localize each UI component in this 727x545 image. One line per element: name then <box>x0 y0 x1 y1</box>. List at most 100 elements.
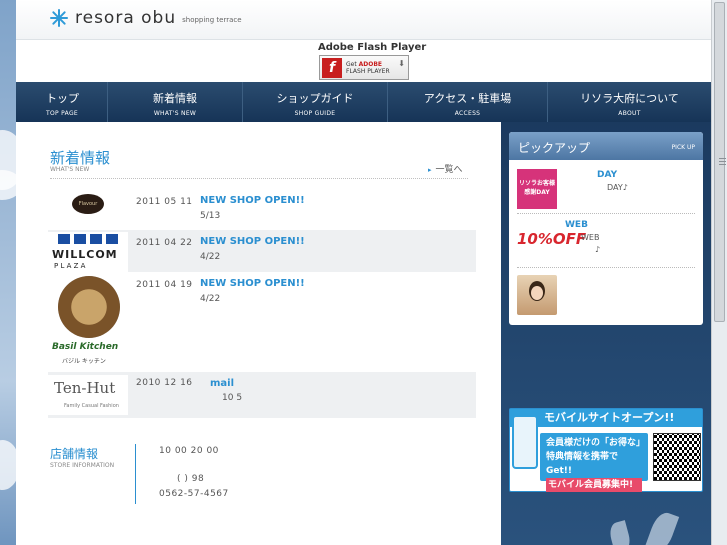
vertical-scrollbar[interactable] <box>711 0 727 545</box>
nav-item-about[interactable]: リソラ大府について ABOUT <box>548 82 711 122</box>
mobile-line-3: モバイル会員募集中! <box>546 478 642 492</box>
news-row[interactable]: Flavour 2011 05 11 NEW SHOP OPEN!! 5/13 <box>48 186 476 226</box>
pickup-item[interactable]: 10%OFF WEB WEB ♪ <box>517 218 695 268</box>
news-headline[interactable]: NEW SHOP OPEN!! <box>200 278 305 289</box>
leaf-decoration <box>644 509 680 545</box>
scrollbar-grip <box>719 161 726 162</box>
store-info-title: 店舗情報 <box>50 447 99 461</box>
willcom-logo-sub: P L A Z A <box>54 262 86 270</box>
nav-label: 新着情報 <box>153 92 197 105</box>
main-content: 新着情報 WHAT'S NEW ▸ 一覧へ Flavour 2011 05 11 … <box>16 122 501 545</box>
scrollbar-thumb[interactable] <box>714 2 726 322</box>
news-date: 2011 05 11 <box>136 197 193 207</box>
arrow-right-icon: ▸ <box>428 166 432 174</box>
news-list-link-label: 一覧へ <box>435 165 463 175</box>
nav-sublabel: TOP PAGE <box>46 110 78 117</box>
download-icon: ⬇ <box>398 59 405 68</box>
nav-label: アクセス・駐車場 <box>423 92 512 105</box>
get-flash-button[interactable]: f Get ADOBE FLASH PLAYER ⬇ <box>319 55 409 80</box>
news-headline[interactable]: mail <box>210 378 234 389</box>
news-detail: 5/13 <box>200 211 221 221</box>
nav-item-access[interactable]: アクセス・駐車場 ACCESS <box>388 82 548 122</box>
flash-player-area: Adobe Flash Player f Get ADOBE FLASH PLA… <box>16 40 711 82</box>
header: resora obu shopping terrace <box>16 0 711 40</box>
nav-item-whats-new[interactable]: 新着情報 WHAT'S NEW <box>108 82 243 122</box>
news-date: 2011 04 22 <box>136 238 193 248</box>
nav-label: トップ <box>46 92 79 105</box>
news-row[interactable]: Ten-Hut Family Casual Fashion 2010 12 16… <box>48 372 476 418</box>
thanks-day-banner: リソラお客様感謝DAY <box>517 169 557 209</box>
pickup-title: ピックアップ <box>518 141 591 155</box>
flavour-logo: Flavour <box>72 194 104 214</box>
news-detail: 10 5 <box>222 393 243 403</box>
news-list-link[interactable]: ▸ 一覧へ <box>428 162 463 175</box>
nav-sublabel: WHAT'S NEW <box>153 110 197 117</box>
mobile-line-1: 会員様だけの「お得な」 <box>546 438 646 448</box>
pickup-item-desc: DAY♪ <box>607 183 628 192</box>
news-row[interactable]: Basil Kitchen バジル キッチン 2011 04 19 NEW SH… <box>48 274 476 366</box>
basil-kitchen-sub: バジル キッチン <box>62 358 106 365</box>
mobile-site-banner[interactable]: モバイルサイトオープン!! 会員様だけの「お得な」 特典情報を携帯でGet!! … <box>509 408 703 492</box>
site-logo[interactable]: resora obu shopping terrace <box>49 8 242 28</box>
nav-item-top[interactable]: トップ TOP PAGE <box>16 82 108 122</box>
nav-sublabel: SHOP GUIDE <box>294 110 336 117</box>
pickup-item-title: WEB <box>565 220 588 230</box>
mobile-line-2: 特典情報を携帯でGet!! <box>546 452 619 476</box>
logo-subtitle: shopping terrace <box>182 16 242 24</box>
news-date: 2011 04 19 <box>136 280 193 290</box>
news-detail: 4/22 <box>200 252 221 262</box>
person-photo <box>517 275 557 315</box>
willcom-logo-text: WILLCOM <box>52 248 118 261</box>
leaf-decoration <box>607 520 633 545</box>
news-detail: 4/22 <box>200 294 221 304</box>
logo-flower-icon <box>49 8 69 28</box>
nav-label: リソラ大府について <box>580 92 679 105</box>
phone-icon <box>512 415 538 469</box>
pickup-item-desc: WEB <box>581 233 600 242</box>
news-subtitle: WHAT'S NEW <box>50 166 90 173</box>
mobile-banner-title: モバイルサイトオープン!! <box>510 409 702 427</box>
main-navigation: トップ TOP PAGE 新着情報 WHAT'S NEW ショップガイド SHO… <box>16 82 711 122</box>
qr-code-icon <box>653 433 701 481</box>
basil-kitchen-text: Basil Kitchen <box>52 342 119 352</box>
news-headline[interactable]: NEW SHOP OPEN!! <box>200 236 305 247</box>
scrollbar-grip <box>719 158 726 159</box>
pickup-item-title: DAY <box>597 170 618 180</box>
news-headline[interactable]: NEW SHOP OPEN!! <box>200 195 305 206</box>
ten-hut-logo: Ten-Hut <box>54 379 116 397</box>
news-row[interactable]: WILLCOM P L A Z A 2011 04 22 NEW SHOP OP… <box>48 230 476 272</box>
store-divider <box>135 444 136 504</box>
flash-icon: f <box>322 57 342 78</box>
store-phone: 0562-57-4567 <box>159 489 229 499</box>
news-title: 新着情報 <box>50 149 111 167</box>
nav-label: ショップガイド <box>276 92 354 105</box>
flash-button-text: Get ADOBE FLASH PLAYER <box>346 60 390 75</box>
pickup-header: ピックアップ PICK UP <box>509 132 703 160</box>
pickup-panel: ピックアップ PICK UP リソラお客様感謝DAY DAY DAY♪ 10%O… <box>509 132 703 325</box>
news-thumbnail: Flavour <box>48 194 128 218</box>
store-parking: ( ) 98 <box>177 474 205 484</box>
news-date: 2010 12 16 <box>136 378 193 388</box>
sidebar: ピックアップ PICK UP リソラお客様感謝DAY DAY DAY♪ 10%O… <box>501 122 711 545</box>
nav-item-shop-guide[interactable]: ショップガイド SHOP GUIDE <box>243 82 388 122</box>
divider <box>50 178 468 179</box>
news-thumbnail: Ten-Hut Family Casual Fashion <box>48 375 128 415</box>
nav-sublabel: ABOUT <box>618 110 641 117</box>
pickup-subtitle: PICK UP <box>671 144 695 151</box>
news-thumbnail: WILLCOM P L A Z A <box>48 232 128 272</box>
page: resora obu shopping terrace Adobe Flash … <box>16 0 711 545</box>
flash-title: Adobe Flash Player <box>318 42 427 53</box>
pickup-item-desc-2: ♪ <box>595 245 601 254</box>
basil-kitchen-emblem <box>58 276 120 338</box>
nav-sublabel: ACCESS <box>454 110 481 117</box>
scrollbar-grip <box>719 164 726 165</box>
pickup-item[interactable]: リソラお客様感謝DAY DAY DAY♪ <box>517 166 695 214</box>
store-hours: 10 00 20 00 <box>159 446 219 456</box>
ten-hut-sub: Family Casual Fashion <box>64 403 119 409</box>
person-face <box>531 286 543 300</box>
mobile-banner-body: 会員様だけの「お得な」 特典情報を携帯でGet!! モバイル会員募集中! <box>540 433 648 492</box>
news-thumbnail: Basil Kitchen バジル キッチン <box>48 276 128 366</box>
logo-text: resora obu <box>75 8 177 28</box>
ten-percent-off-banner: 10%OFF <box>517 230 587 248</box>
pickup-item[interactable] <box>517 272 695 318</box>
